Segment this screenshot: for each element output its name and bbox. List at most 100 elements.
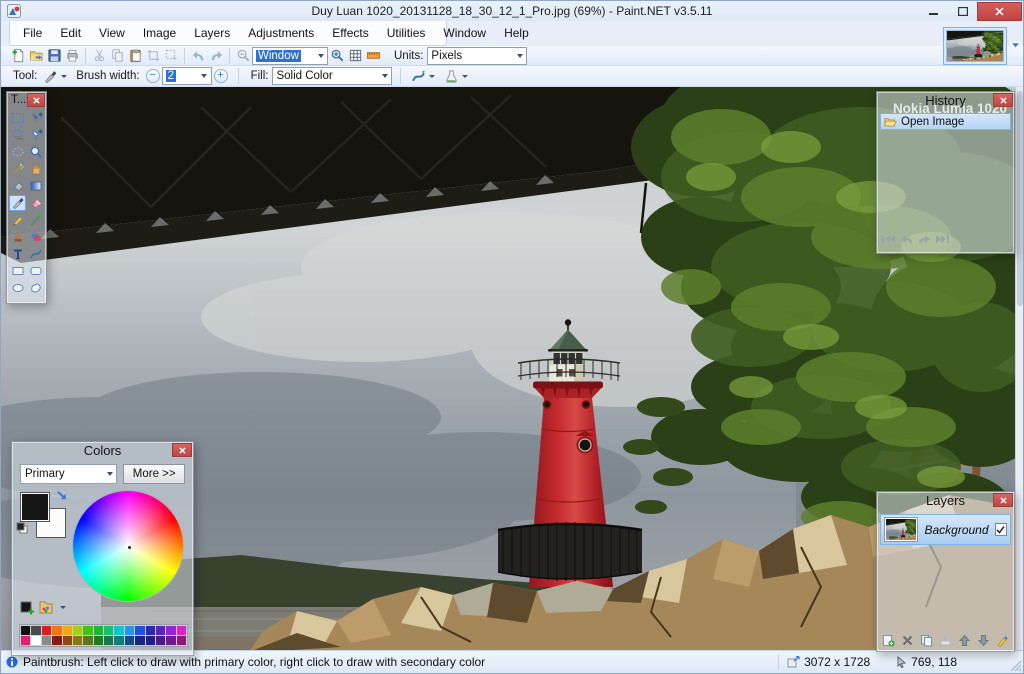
palette-folder-icon[interactable] (38, 600, 54, 615)
open-image-button[interactable] (27, 47, 45, 65)
layer-properties-button[interactable] (994, 633, 1011, 648)
palette-swatch[interactable] (166, 626, 175, 635)
tool-line-curve[interactable] (27, 246, 44, 262)
cut-button[interactable] (90, 47, 108, 65)
menu-view[interactable]: View (90, 23, 134, 43)
antialiasing-button[interactable] (442, 67, 460, 85)
palette-swatch[interactable] (146, 636, 155, 645)
duplicate-layer-button[interactable] (918, 633, 935, 648)
palette-swatch[interactable] (73, 636, 82, 645)
palette-swatch[interactable] (83, 636, 92, 645)
palette-swatch[interactable] (73, 626, 82, 635)
palette-swatch[interactable] (31, 626, 40, 635)
crop-button[interactable] (144, 47, 162, 65)
palette-swatch[interactable] (114, 636, 123, 645)
add-layer-button[interactable] (880, 633, 897, 648)
current-tool-button[interactable] (41, 67, 59, 85)
zoom-out-button[interactable] (234, 47, 252, 65)
menu-window[interactable]: Window (434, 23, 495, 43)
blend-mode-button[interactable] (409, 67, 427, 85)
image-list-chevron-icon[interactable] (1009, 39, 1022, 52)
menu-utilities[interactable]: Utilities (378, 23, 435, 43)
palette-swatch[interactable] (42, 626, 51, 635)
menu-image[interactable]: Image (134, 23, 185, 43)
tool-move-selection[interactable] (27, 127, 44, 143)
palette-swatch[interactable] (52, 626, 61, 635)
palette-swatch[interactable] (177, 626, 186, 635)
palette-swatch[interactable] (94, 636, 103, 645)
tool-rectangle[interactable] (9, 263, 26, 279)
tool-lasso-select[interactable] (9, 127, 26, 143)
move-layer-down-button[interactable] (975, 633, 992, 648)
primary-color-swatch[interactable] (20, 492, 50, 522)
palette-swatch[interactable] (21, 626, 30, 635)
color-mode-combo[interactable]: Primary (20, 464, 117, 484)
menu-layers[interactable]: Layers (185, 23, 239, 43)
palette-swatch[interactable] (156, 636, 165, 645)
palette-swatch[interactable] (42, 636, 51, 645)
layers-panel-close-button[interactable] (993, 493, 1013, 507)
history-item-open-image[interactable]: Open Image (880, 113, 1011, 130)
tools-panel-titlebar[interactable]: T... (7, 92, 46, 109)
tool-color-picker[interactable] (27, 212, 44, 228)
palette-swatch[interactable] (146, 626, 155, 635)
tool-text[interactable] (9, 246, 26, 262)
vertical-scrollbar[interactable] (1015, 87, 1023, 652)
brush-width-decrease-button[interactable]: − (146, 69, 160, 83)
history-fast-forward-button[interactable] (935, 232, 950, 250)
chevron-down-icon[interactable] (58, 606, 67, 609)
tool-freeform-shape[interactable] (27, 280, 44, 296)
palette-swatch[interactable] (83, 626, 92, 635)
palette-swatch[interactable] (125, 626, 134, 635)
tool-recolor[interactable] (27, 229, 44, 245)
palette-swatch[interactable] (94, 626, 103, 635)
palette-swatch[interactable] (135, 626, 144, 635)
tool-rounded-rectangle[interactable] (27, 263, 44, 279)
tool-move-pixels[interactable] (27, 110, 44, 126)
minimize-button[interactable] (919, 2, 948, 21)
menu-help[interactable]: Help (495, 23, 538, 43)
more-button[interactable]: More >> (123, 464, 185, 484)
tool-zoom[interactable] (27, 144, 44, 160)
palette-swatch[interactable] (31, 636, 40, 645)
tool-magic-wand[interactable] (9, 161, 26, 177)
chevron-down-icon[interactable] (427, 75, 436, 78)
swap-colors-icon[interactable] (54, 490, 68, 503)
units-combo[interactable]: Pixels (427, 47, 527, 65)
history-redo-button[interactable] (917, 232, 932, 250)
open-image-tab[interactable] (943, 27, 1007, 65)
grid-toggle-button[interactable] (346, 47, 364, 65)
color-wheel[interactable] (72, 490, 184, 602)
tool-pan[interactable] (27, 161, 44, 177)
maximize-button[interactable] (948, 2, 977, 21)
title-bar[interactable]: Duy Luan 1020_20131128_18_30_12_1_Pro.jp… (1, 1, 1023, 21)
merge-layer-down-button[interactable] (937, 633, 954, 648)
layer-visibility-checkbox[interactable] (995, 523, 1007, 536)
menu-adjustments[interactable]: Adjustments (239, 23, 323, 43)
colors-panel-titlebar[interactable]: Colors (12, 442, 193, 460)
scrollbar-thumb[interactable] (1017, 91, 1023, 306)
tool-pencil[interactable] (9, 212, 26, 228)
layer-row-background[interactable]: Background (880, 514, 1011, 545)
save-button[interactable] (45, 47, 63, 65)
history-undo-button[interactable] (899, 232, 914, 250)
tool-ellipse-select[interactable] (9, 144, 26, 160)
paste-button[interactable] (126, 47, 144, 65)
tool-ellipse[interactable] (9, 280, 26, 296)
fill-style-combo[interactable]: Solid Color (272, 67, 392, 85)
palette-swatch[interactable] (52, 636, 61, 645)
palette-swatch[interactable] (166, 636, 175, 645)
brush-width-combo[interactable]: 2 (162, 67, 212, 85)
history-rewind-button[interactable] (881, 232, 896, 250)
close-button[interactable] (977, 2, 1022, 21)
delete-layer-button[interactable] (899, 633, 916, 648)
palette-swatch[interactable] (114, 626, 123, 635)
palette-swatch[interactable] (104, 636, 113, 645)
palette-swatch[interactable] (135, 636, 144, 645)
tool-gradient[interactable] (27, 178, 44, 194)
reset-colors-icon[interactable] (16, 522, 28, 534)
palette-swatch[interactable] (125, 636, 134, 645)
palette-swatch[interactable] (63, 626, 72, 635)
tool-paint-bucket[interactable] (9, 178, 26, 194)
brush-width-increase-button[interactable]: + (214, 69, 228, 83)
